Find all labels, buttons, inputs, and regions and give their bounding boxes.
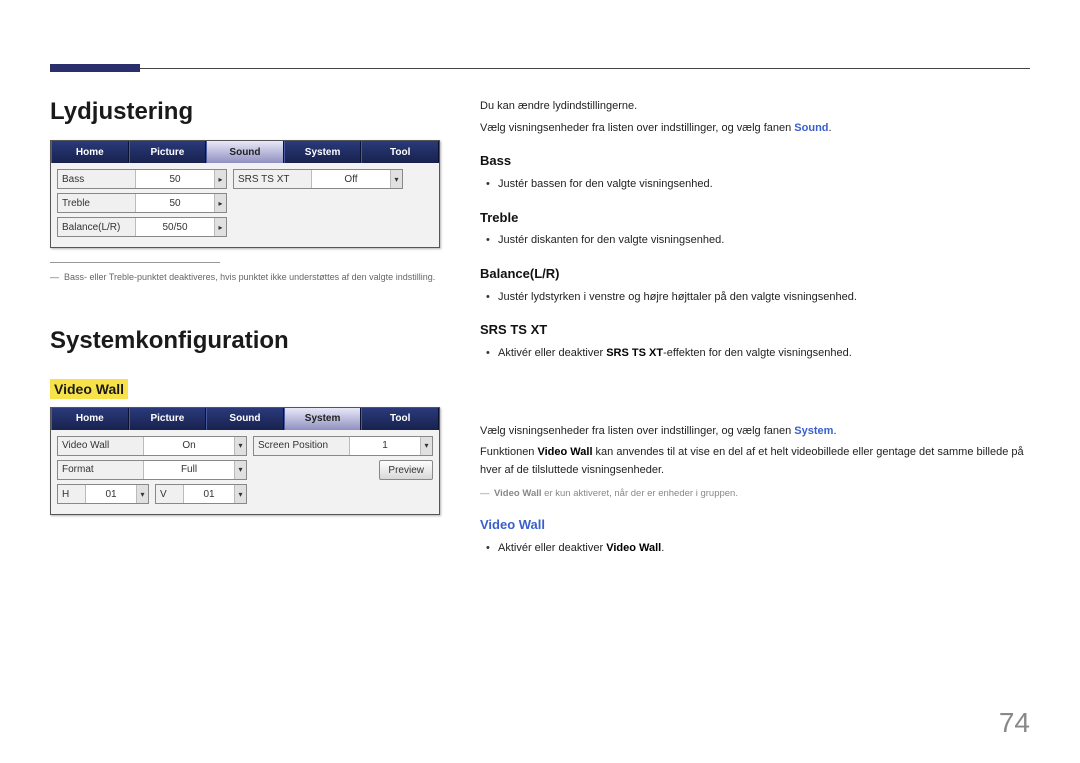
v-field[interactable]: V 01 ▾ xyxy=(155,484,247,504)
treble-field[interactable]: Treble 50 ▸ xyxy=(57,193,227,213)
format-value: Full xyxy=(144,464,234,475)
sys-l1c: . xyxy=(833,425,836,437)
balance-value: 50/50 xyxy=(136,222,214,233)
h-value: 01 xyxy=(86,489,136,500)
treble-heading: Treble xyxy=(480,208,1030,229)
videowall-heading: Video Wall xyxy=(480,515,1030,536)
sys-l1b: System xyxy=(794,425,833,437)
videowall-label: Video Wall xyxy=(58,437,144,455)
srs-bullet: Aktivér eller deaktiver SRS TS XT-effekt… xyxy=(498,345,1030,363)
intro-line-1: Du kan ændre lydindstillingerne. xyxy=(480,98,1030,116)
footnote-text-1: - eller xyxy=(84,272,109,282)
header-rule xyxy=(50,68,1030,69)
sys-note: Video Wall er kun aktiveret, når der er … xyxy=(480,486,1030,501)
sys-note-b: er kun aktiveret, når der er enheder i g… xyxy=(542,488,738,499)
tab-system[interactable]: System xyxy=(284,141,362,163)
footnote-treble-bold: Treble xyxy=(109,272,134,282)
srs-heading: SRS TS XT xyxy=(480,320,1030,341)
balance-bullet: Justér lydstyrken i venstre og højre høj… xyxy=(498,289,1030,307)
intro-2c: . xyxy=(829,122,832,134)
tab-picture[interactable]: Picture xyxy=(129,141,207,163)
caret-right-icon[interactable]: ▸ xyxy=(214,194,226,212)
sound-section-title: Lydjustering xyxy=(50,98,440,126)
intro-2-sound: Sound xyxy=(794,122,828,134)
treble-value: 50 xyxy=(136,198,214,209)
bass-label: Bass xyxy=(58,170,136,188)
srs-label: SRS TS XT xyxy=(234,170,312,188)
vw-b3: . xyxy=(661,542,664,554)
srs-b3: -effekten for den valgte visningsenhed. xyxy=(663,347,852,359)
screenpos-value: 1 xyxy=(350,440,420,451)
balance-field[interactable]: Balance(L/R) 50/50 ▸ xyxy=(57,217,227,237)
bass-heading: Bass xyxy=(480,151,1030,172)
treble-label: Treble xyxy=(58,194,136,212)
bass-field[interactable]: Bass 50 ▸ xyxy=(57,169,227,189)
footnote-rule xyxy=(50,262,220,263)
sound-footnote: Bass- eller Treble-punktet deaktiveres, … xyxy=(50,271,440,285)
caret-down-icon[interactable]: ▾ xyxy=(136,485,148,503)
videowall-bullet: Aktivér eller deaktiver Video Wall. xyxy=(498,540,1030,558)
sound-panel: Home Picture Sound System Tool Bass 50 ▸… xyxy=(50,140,440,248)
videowall-value: On xyxy=(144,440,234,451)
tab-sound-2[interactable]: Sound xyxy=(206,408,284,430)
caret-down-icon[interactable]: ▾ xyxy=(234,461,246,479)
system-panel-tabs: Home Picture Sound System Tool xyxy=(51,408,439,430)
system-panel: Home Picture Sound System Tool Video Wal… xyxy=(50,407,440,516)
sys-line-1: Vælg visningsenheder fra listen over ind… xyxy=(480,423,1030,441)
sound-panel-tabs: Home Picture Sound System Tool xyxy=(51,141,439,163)
header-accent-bar xyxy=(50,64,140,72)
caret-down-icon[interactable]: ▾ xyxy=(234,485,246,503)
intro-line-2: Vælg visningsenheder fra listen over ind… xyxy=(480,120,1030,138)
tab-system-2[interactable]: System xyxy=(284,408,362,430)
video-wall-highlight: Video Wall xyxy=(50,379,128,399)
sys-l2b: Video Wall xyxy=(537,446,592,458)
h-field[interactable]: H 01 ▾ xyxy=(57,484,149,504)
caret-right-icon[interactable]: ▸ xyxy=(214,170,226,188)
intro-2a: Vælg visningsenheder fra listen over ind… xyxy=(480,122,794,134)
vw-b1: Aktivér eller deaktiver xyxy=(498,542,606,554)
balance-label: Balance(L/R) xyxy=(58,218,136,236)
bass-value: 50 xyxy=(136,174,214,185)
screenpos-field[interactable]: Screen Position 1 ▾ xyxy=(253,436,433,456)
srs-b1: Aktivér eller deaktiver xyxy=(498,347,606,359)
footnote-text-2: -punktet deaktiveres, hvis punktet ikke … xyxy=(134,272,435,282)
sys-l1a: Vælg visningsenheder fra listen over ind… xyxy=(480,425,794,437)
videowall-field[interactable]: Video Wall On ▾ xyxy=(57,436,247,456)
format-label: Format xyxy=(58,461,144,479)
tab-tool-2[interactable]: Tool xyxy=(361,408,439,430)
srs-field[interactable]: SRS TS XT Off ▾ xyxy=(233,169,403,189)
system-section-title: Systemkonfiguration xyxy=(50,327,440,355)
sys-note-a: Video Wall xyxy=(494,488,542,499)
vw-b2: Video Wall xyxy=(606,542,661,554)
srs-b2: SRS TS XT xyxy=(606,347,663,359)
treble-bullet: Justér diskanten for den valgte visnings… xyxy=(498,232,1030,250)
tab-sound[interactable]: Sound xyxy=(206,141,284,163)
caret-down-icon[interactable]: ▾ xyxy=(390,170,402,188)
tab-home-2[interactable]: Home xyxy=(51,408,129,430)
h-label: H xyxy=(58,485,86,503)
caret-down-icon[interactable]: ▾ xyxy=(234,437,246,455)
srs-value: Off xyxy=(312,174,390,185)
page-number: 74 xyxy=(999,707,1030,739)
preview-button[interactable]: Preview xyxy=(379,460,433,480)
footnote-bass-bold: Bass xyxy=(64,272,84,282)
tab-picture-2[interactable]: Picture xyxy=(129,408,207,430)
sys-line-2: Funktionen Video Wall kan anvendes til a… xyxy=(480,444,1030,479)
balance-heading: Balance(L/R) xyxy=(480,264,1030,285)
v-label: V xyxy=(156,485,184,503)
tab-home[interactable]: Home xyxy=(51,141,129,163)
caret-right-icon[interactable]: ▸ xyxy=(214,218,226,236)
tab-tool[interactable]: Tool xyxy=(361,141,439,163)
format-field[interactable]: Format Full ▾ xyxy=(57,460,247,480)
caret-down-icon[interactable]: ▾ xyxy=(420,437,432,455)
bass-bullet: Justér bassen for den valgte visningsenh… xyxy=(498,176,1030,194)
screenpos-label: Screen Position xyxy=(254,437,350,455)
v-value: 01 xyxy=(184,489,234,500)
sys-l2a: Funktionen xyxy=(480,446,537,458)
